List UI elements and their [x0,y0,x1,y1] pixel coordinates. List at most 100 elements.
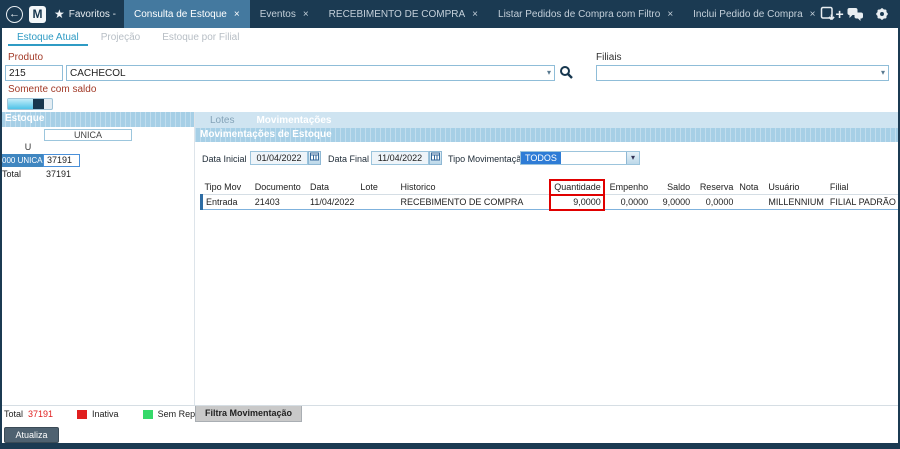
logo-letter: M [32,6,43,21]
stock-legend: Total 37191 Inativa Sem Reposição [4,409,221,419]
cell-usuario: MILLENNIUM [765,194,827,210]
col-tipo-mov[interactable]: Tipo Mov [201,180,252,195]
atualiza-button[interactable]: Atualiza [4,427,59,443]
estoque-total-label: Total [2,169,22,179]
cell-data: 11/04/2022 [307,194,358,210]
filiais-select[interactable]: ▾ [596,65,889,81]
estoque-total-value: 37191 [46,169,72,179]
tipo-movimentacao-value: TODOS [521,152,561,164]
search-icon[interactable] [559,65,574,80]
sem-reposicao-color-swatch [142,409,153,419]
close-icon[interactable]: × [303,9,309,20]
tab-recebimento-de-compra[interactable]: RECEBIMENTO DE COMPRA × [319,0,488,28]
filtra-movimentacao-button[interactable]: Filtra Movimentação [195,406,303,422]
chevron-down-icon[interactable]: ▾ [881,69,885,77]
col-saldo[interactable]: Saldo [651,180,694,195]
tab-estoque-atual[interactable]: Estoque Atual [8,30,88,46]
back-arrow-icon: ← [9,7,20,20]
footer-total-value: 37191 [28,409,54,419]
tipo-movimentacao-label: Tipo Movimentação [448,154,527,164]
tipo-movimentacao-select[interactable]: TODOS ▾ [520,151,640,165]
cell-saldo: 9,0000 [651,194,694,210]
tab-consulta-de-estoque[interactable]: Consulta de Estoque × [124,0,250,28]
tab-lotes[interactable]: Lotes [201,114,243,127]
movimentacoes-header: Movimentações de Estoque [195,128,900,142]
produto-code-input[interactable] [5,65,63,81]
app-window: ← M ★ Favoritos - Consulta de Estoque × … [0,0,900,449]
movimentacoes-filter-row: Data Inicial 01/04/2022 Data Final 11/04… [195,142,900,180]
open-tabs: Consulta de Estoque × Eventos × RECEBIME… [124,0,844,28]
data-inicial-label: Data Inicial [202,154,247,164]
table-row[interactable]: Entrada 21403 11/04/2022 RECEBIMENTO DE … [199,193,900,211]
data-final-input[interactable]: 11/04/2022 [371,151,429,165]
tab-projecao[interactable]: Projeção [92,30,149,46]
estoque-panel: Estoque UNICA U 000 UNICA 37191 Total 37… [0,112,195,405]
somente-com-saldo-toggle[interactable] [7,98,53,110]
produto-name-value: CACHECOL [70,67,126,79]
movimentacoes-tab-bar: Lotes Movimentações [195,112,900,128]
tab-label: Eventos [259,8,296,20]
calendar-icon[interactable] [429,151,442,165]
inativa-label: Inativa [92,409,119,419]
col-historico[interactable]: Historico [397,180,551,195]
close-icon[interactable]: × [667,9,673,20]
close-icon[interactable]: × [472,9,478,20]
cell-documento: 21403 [251,194,307,210]
movimentacoes-panel: Lotes Movimentações Movimentações de Est… [195,112,900,405]
filiais-label: Filiais [596,52,622,63]
cell-lote [357,194,398,210]
color-group-header: UNICA [44,129,132,141]
cell-quantidade: 9,0000 [549,193,605,211]
color-row-value[interactable]: 37191 [43,154,80,167]
chevron-down-icon[interactable]: ▾ [547,69,551,77]
close-icon[interactable]: × [234,9,240,20]
main-content: Estoque UNICA U 000 UNICA 37191 Total 37… [0,112,900,405]
table-header-row: Tipo Mov Documento Data Lote Historico Q… [201,179,900,196]
view-tab-bar: Estoque Atual Projeção Estoque por Filia… [0,28,900,46]
tab-estoque-por-filial[interactable]: Estoque por Filial [153,30,248,46]
cell-tipo-mov: Entrada [199,194,252,210]
tab-inclui-pedido-de-compra[interactable]: Inclui Pedido de Compra × [683,0,825,28]
millennium-logo-icon[interactable]: M [29,5,46,23]
close-icon[interactable]: × [810,9,816,20]
data-inicial-input[interactable]: 01/04/2022 [250,151,308,165]
toggle-track-fill [8,99,33,109]
cell-reserva: 0,0000 [693,194,737,210]
produto-label: Produto [8,52,44,63]
topbar-right-icons [819,5,900,23]
estoque-panel-header: Estoque [0,112,194,127]
movimentacoes-table: Tipo Mov Documento Data Lote Historico Q… [199,179,900,211]
top-tab-bar: ← M ★ Favoritos - Consulta de Estoque × … [0,0,900,28]
col-reserva[interactable]: Reserva [693,180,737,195]
tab-movimentacoes[interactable]: Movimentações [247,114,340,127]
tab-label: Consulta de Estoque [134,8,227,20]
color-row-label[interactable]: 000 UNICA [0,154,43,167]
window-left-border [0,28,2,449]
tab-eventos[interactable]: Eventos × [250,0,319,28]
col-nota[interactable]: Nota [736,180,766,195]
col-data[interactable]: Data [307,180,358,195]
produto-combobox[interactable]: CACHECOL ▾ [66,65,555,81]
favorites-button[interactable]: ★ Favoritos - [54,8,116,20]
col-filial[interactable]: Filial [826,180,900,195]
col-lote[interactable]: Lote [357,180,398,195]
footer-total-label: Total [4,409,24,419]
filter-form: Produto CACHECOL ▾ Filiais ▾ Somente com… [0,46,900,112]
back-button[interactable]: ← [6,5,23,23]
col-usuario[interactable]: Usuário [765,180,827,195]
gear-icon[interactable] [873,5,891,23]
tab-label: Inclui Pedido de Compra [693,8,803,20]
star-icon: ★ [54,7,65,21]
chevron-down-icon[interactable]: ▾ [626,152,639,164]
somente-com-saldo-label: Somente com saldo [8,84,97,95]
tab-listar-pedidos-compra-filtro[interactable]: Listar Pedidos de Compra com Filtro × [488,0,683,28]
cell-empenho: 0,0000 [603,194,652,210]
export-icon[interactable] [819,5,837,23]
window-bottom-border [0,443,900,449]
toggle-handle[interactable] [33,99,44,109]
col-empenho[interactable]: Empenho [603,180,652,195]
calendar-icon[interactable] [308,151,321,165]
chat-icon[interactable] [846,5,864,23]
col-documento[interactable]: Documento [251,180,307,195]
col-quantidade[interactable]: Quantidade [549,179,605,196]
